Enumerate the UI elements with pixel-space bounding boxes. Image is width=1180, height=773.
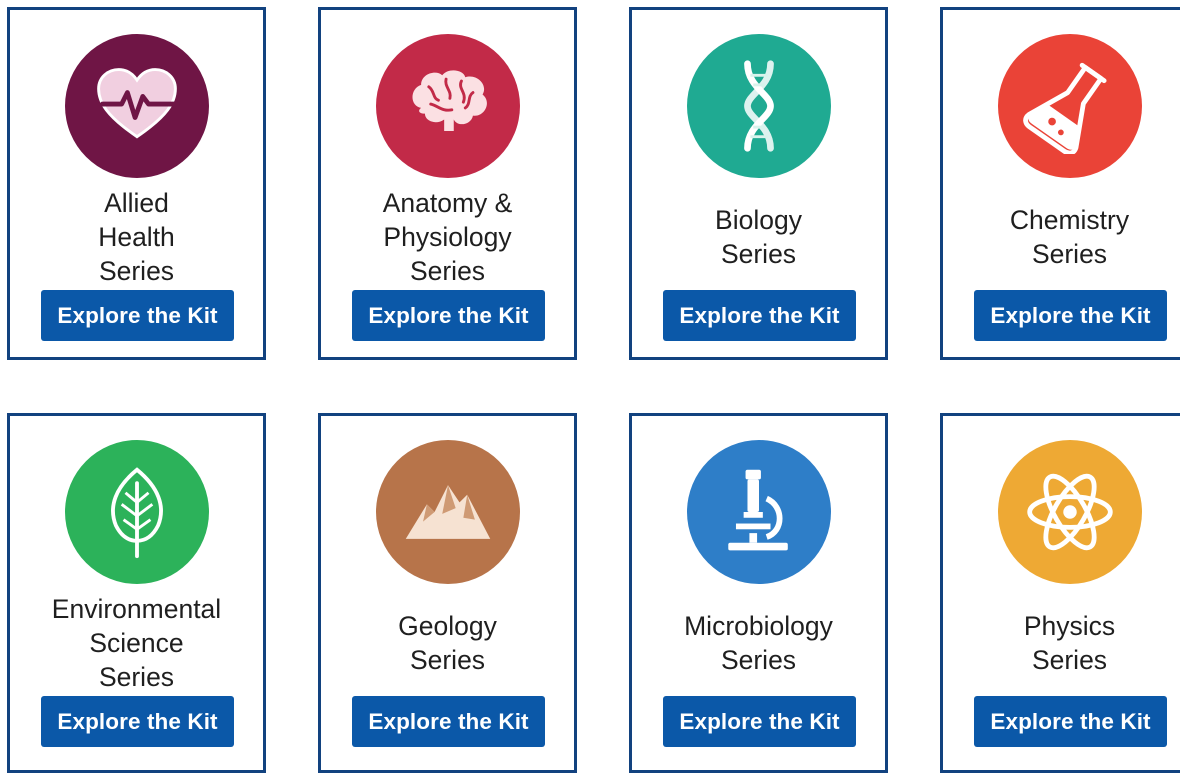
card-allied-health: Allied Health Series Explore the Kit: [7, 7, 266, 360]
card-title: Microbiology Series: [684, 611, 833, 675]
dna-icon: [687, 34, 831, 178]
flask-icon: [998, 34, 1142, 178]
card-physics: Physics Series Explore the Kit: [940, 413, 1180, 773]
card-geology: Geology Series Explore the Kit: [318, 413, 577, 773]
explore-kit-button[interactable]: Explore the Kit: [663, 696, 856, 747]
card-title: Physics Series: [1023, 611, 1116, 675]
microscope-icon: [687, 440, 831, 584]
card-biology: Biology Series Explore the Kit: [629, 7, 888, 360]
explore-kit-button[interactable]: Explore the Kit: [974, 290, 1167, 341]
card-microbiology: Microbiology Series Explore the Kit: [629, 413, 888, 773]
explore-kit-button[interactable]: Explore the Kit: [974, 696, 1167, 747]
card-title: Environmental Science Series: [51, 594, 222, 692]
card-title: Chemistry Series: [1009, 205, 1130, 269]
leaf-icon: [65, 440, 209, 584]
brain-icon: [376, 34, 520, 178]
card-title: Allied Health Series: [98, 188, 175, 286]
heart-pulse-icon: [65, 34, 209, 178]
explore-kit-button[interactable]: Explore the Kit: [41, 290, 234, 341]
card-anatomy-physiology: Anatomy & Physiology Series Explore the …: [318, 7, 577, 360]
card-title: Geology Series: [398, 611, 497, 675]
explore-kit-button[interactable]: Explore the Kit: [352, 696, 545, 747]
explore-kit-button[interactable]: Explore the Kit: [41, 696, 234, 747]
explore-kit-button[interactable]: Explore the Kit: [352, 290, 545, 341]
explore-kit-button[interactable]: Explore the Kit: [663, 290, 856, 341]
atom-icon: [998, 440, 1142, 584]
card-title: Anatomy & Physiology Series: [382, 188, 513, 286]
card-chemistry: Chemistry Series Explore the Kit: [940, 7, 1180, 360]
mountain-icon: [376, 440, 520, 584]
card-title: Biology Series: [715, 205, 802, 269]
card-environmental-science: Environmental Science Series Explore the…: [7, 413, 266, 773]
